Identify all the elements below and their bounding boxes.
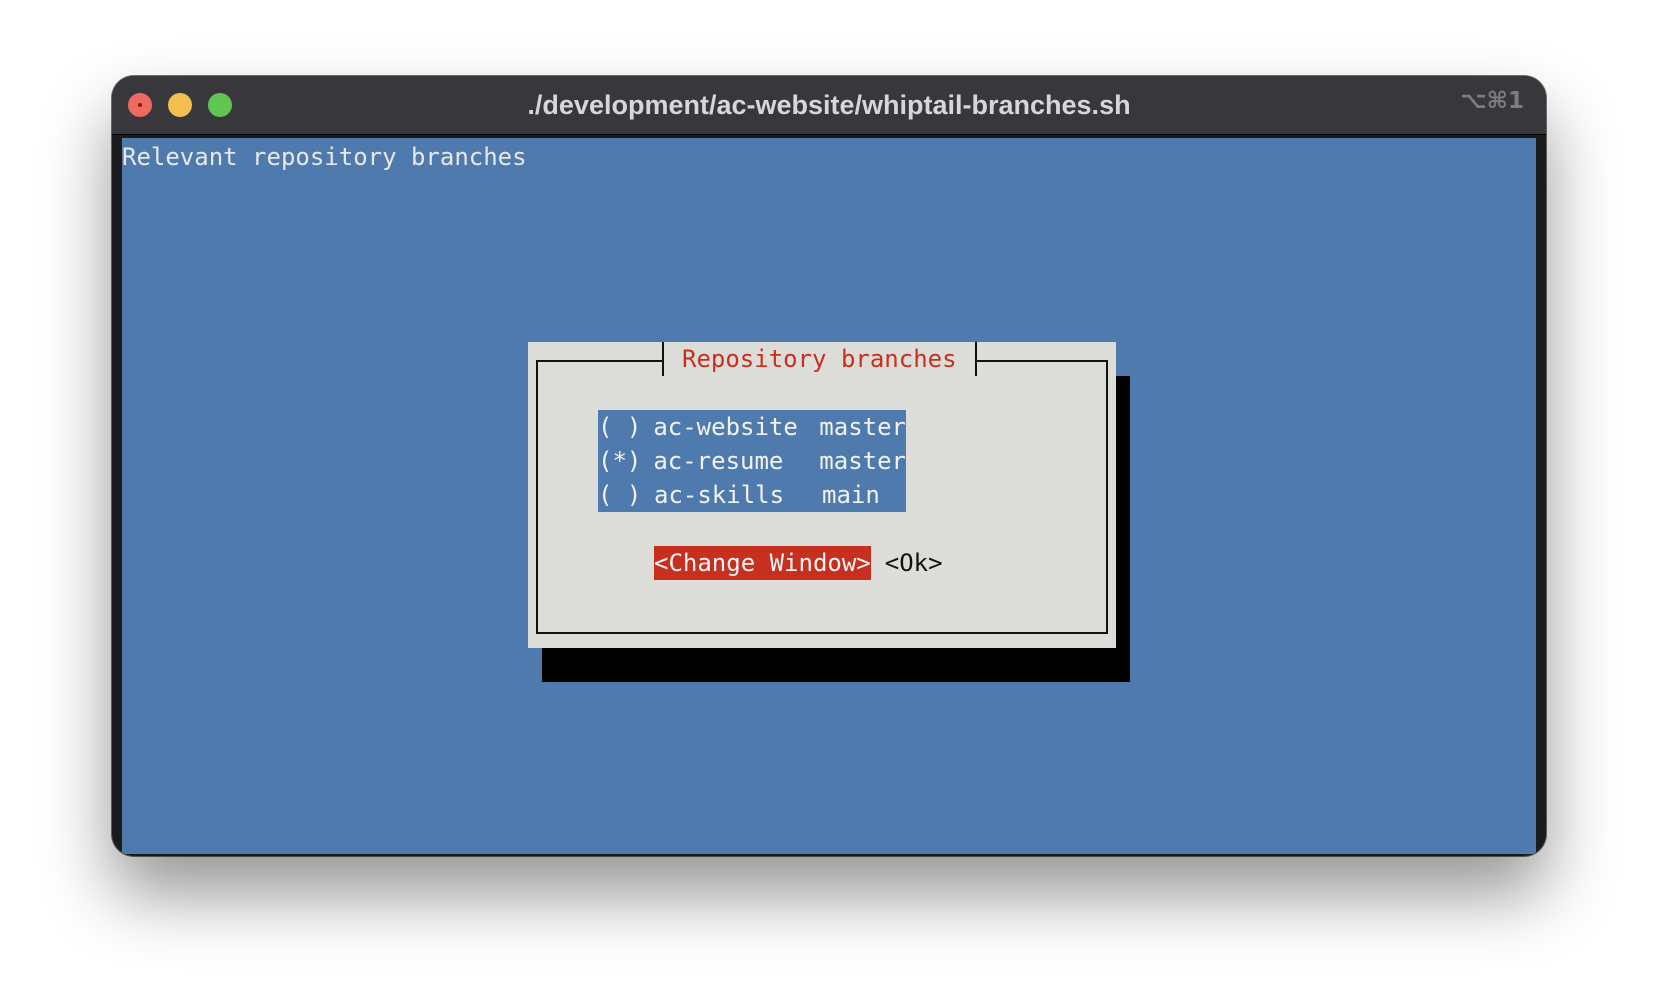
window-title: ./development/ac-website/whiptail-branch…	[527, 90, 1131, 120]
change-window-button[interactable]: <Change Window>	[654, 546, 871, 580]
title-bar: ./development/ac-website/whiptail-branch…	[112, 76, 1546, 135]
repo-name: ac-website	[653, 413, 798, 441]
branch-name: master	[819, 447, 906, 475]
radiolist-dialog: Repository branches ( ) ac-website maste…	[528, 342, 1116, 648]
radio-mark[interactable]: ( )	[598, 410, 653, 444]
branch-radiolist: ( ) ac-website master (*) ac-resume mast…	[598, 410, 906, 512]
radio-mark[interactable]: ( )	[598, 478, 654, 512]
branch-name: master	[819, 413, 906, 441]
list-item[interactable]: ( ) ac-website master	[598, 410, 906, 444]
radio-mark[interactable]: (*)	[598, 444, 653, 478]
list-item[interactable]: ( ) ac-skills main	[598, 478, 906, 512]
dialog-buttons: <Change Window> <Ok>	[654, 546, 943, 580]
list-item[interactable]: (*) ac-resume master	[598, 444, 906, 478]
backtitle: Relevant repository branches	[122, 143, 527, 171]
branch-name: main	[822, 481, 880, 509]
tab-shortcut-label: ⌥⌘1	[1460, 88, 1524, 114]
dialog-title: Repository branches	[662, 342, 977, 376]
terminal-window: ./development/ac-website/whiptail-branch…	[112, 76, 1546, 856]
repo-name: ac-resume	[653, 447, 784, 475]
terminal-screen[interactable]: Relevant repository branches Repository …	[122, 138, 1536, 854]
repo-name: ac-skills	[654, 481, 785, 509]
ok-button[interactable]: <Ok>	[885, 546, 943, 580]
